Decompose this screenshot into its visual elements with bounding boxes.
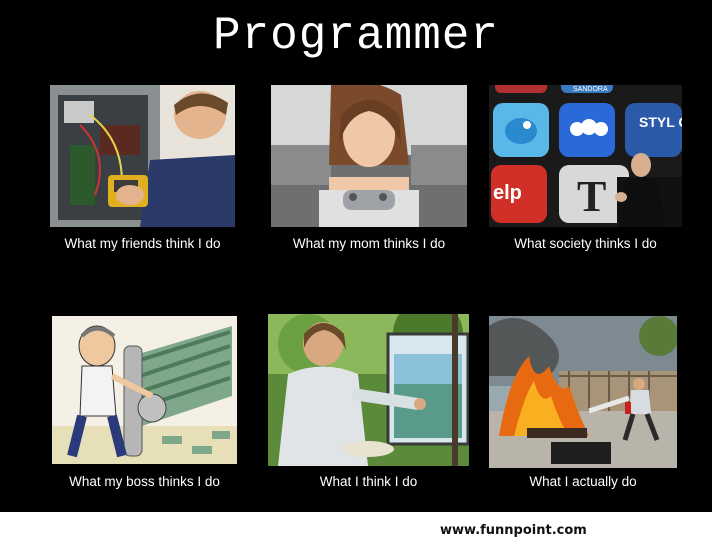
panel-mom-image xyxy=(271,85,467,227)
caption-actually: What I actually do xyxy=(529,474,637,489)
watermark-link[interactable]: www.funnpoint.com xyxy=(440,523,587,538)
caption-friends: What my friends think I do xyxy=(64,236,221,251)
style-icon-label: STYL COM xyxy=(639,114,682,130)
yelp-icon-label: elp xyxy=(493,182,522,204)
sandora-icon-label: SANDORA xyxy=(573,86,608,93)
panel-boss-image xyxy=(52,316,237,464)
caption-boss: What my boss thinks I do xyxy=(69,474,220,489)
panel-actually-image xyxy=(489,316,677,468)
caption-think: What I think I do xyxy=(319,474,418,489)
panel-think-image xyxy=(268,314,469,466)
panel-friends-image xyxy=(50,85,235,227)
meme-image: Programmer What my friends think I do Wh… xyxy=(0,0,712,512)
svg-text:T: T xyxy=(577,172,606,221)
meme-title: Programmer xyxy=(212,10,500,62)
panel-society-image: SANDORA STYL COM elp T xyxy=(489,85,682,227)
caption-mom: What my mom thinks I do xyxy=(292,236,446,251)
footer-bar xyxy=(0,512,712,547)
caption-society: What society thinks I do xyxy=(514,236,657,251)
